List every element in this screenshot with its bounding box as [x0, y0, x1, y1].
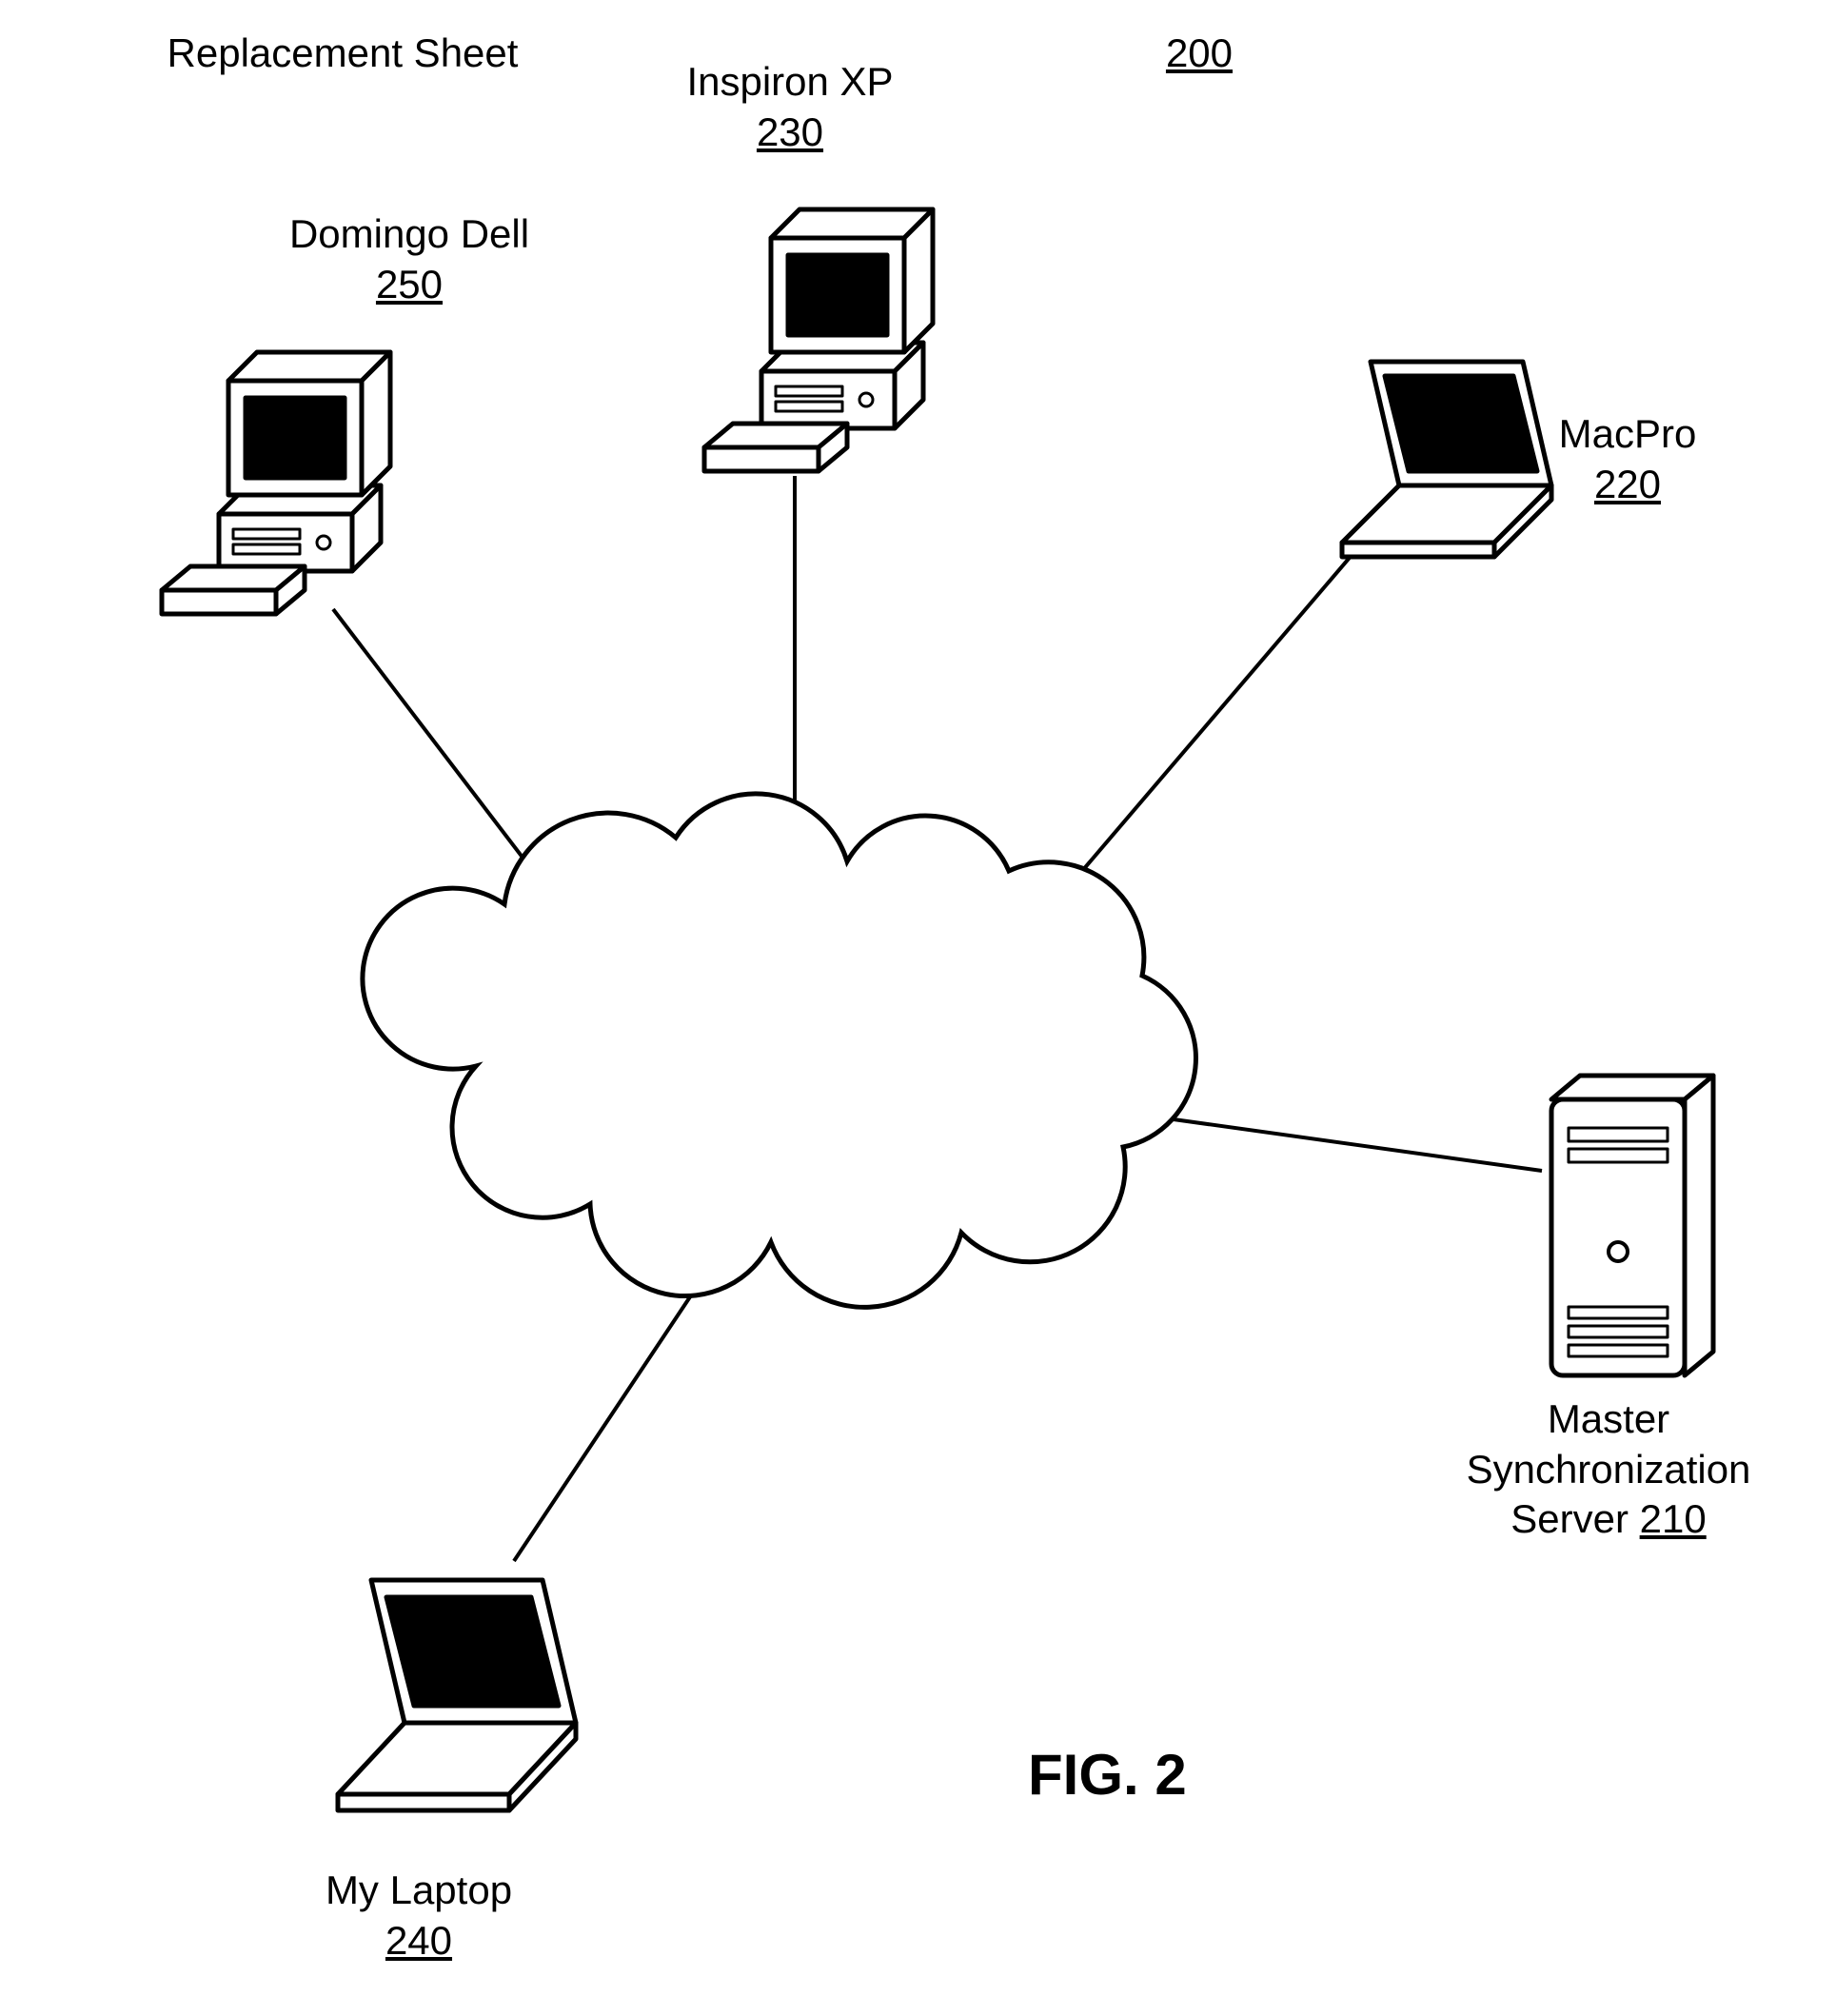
- laptop-icon-macpro: [1342, 362, 1551, 557]
- desktop-icon-domingo: [162, 352, 390, 614]
- diagram-svg: [0, 0, 1836, 2016]
- diagram-stage: Replacement Sheet 200 Inspiron XP 230 Do…: [0, 0, 1836, 2016]
- line-macpro: [1037, 533, 1371, 923]
- desktop-icon-inspiron: [704, 209, 933, 471]
- cloud-icon: [363, 794, 1196, 1308]
- laptop-icon-mylaptop: [338, 1580, 576, 1810]
- line-mylaptop: [514, 1275, 704, 1561]
- server-icon: [1551, 1076, 1713, 1375]
- line-server: [1133, 1114, 1542, 1171]
